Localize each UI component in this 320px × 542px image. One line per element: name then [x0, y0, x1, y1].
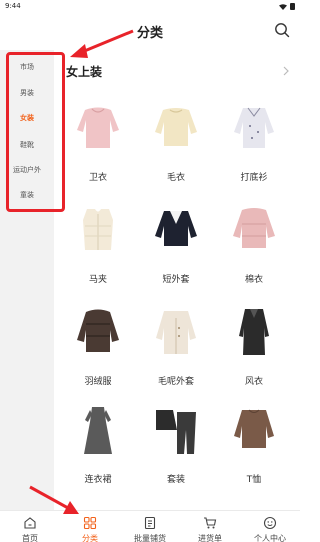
item-label: 棉衣	[244, 275, 263, 285]
tab-label: 分类	[82, 534, 98, 542]
category-item-sweater[interactable]: 毛衣	[136, 102, 216, 202]
sidebar-item-menswear[interactable]: 男装	[0, 83, 54, 103]
base-shirt-image	[234, 107, 274, 148]
wool-coat-image	[156, 311, 196, 354]
item-label: 风衣	[244, 377, 263, 387]
status-bar: 9:44	[0, 0, 300, 14]
category-item-base-shirt[interactable]: 打底衫	[214, 102, 294, 202]
vest-image	[83, 209, 113, 250]
item-label: 卫衣	[88, 173, 107, 183]
tab-label: 进货单	[198, 534, 222, 542]
item-label: T恤	[246, 475, 262, 485]
page-title: 分类	[136, 26, 163, 41]
short-jacket-image	[155, 211, 197, 246]
sidebar-item-womenswear[interactable]: 女装	[0, 108, 54, 128]
down-jacket-image	[77, 309, 119, 352]
header: 分类	[0, 14, 300, 50]
category-item-down-jacket[interactable]: 羽绒服	[58, 306, 138, 406]
section-title: 女上装	[66, 65, 103, 79]
hoodie-image	[77, 107, 119, 148]
padded-coat-image	[233, 208, 275, 248]
tab-home[interactable]: 首页	[0, 511, 60, 542]
category-item-hoodie[interactable]: 卫衣	[58, 102, 138, 202]
category-item-suit-set[interactable]: 套装	[136, 404, 216, 504]
sidebar-item-kids[interactable]: 童装	[0, 185, 54, 205]
item-label: 套装	[166, 475, 185, 485]
item-label: 毛呢外套	[157, 377, 194, 387]
tab-category[interactable]: 分类	[60, 511, 120, 542]
category-item-vest[interactable]: 马夹	[58, 204, 138, 304]
category-content: 女上装 卫衣 毛衣 打底衫 马夹 短外套 棉衣 羽绒服 毛呢外套 风衣 连衣裙 …	[54, 50, 300, 510]
sidebar-item-shoes[interactable]: 鞋靴	[0, 135, 54, 155]
bottom-tab-bar: 首页 分类 批量铺货 进货单 个人中心	[0, 510, 300, 542]
cart-icon	[204, 517, 217, 529]
sweater-image	[155, 108, 197, 146]
category-sidebar: 市场 男装 女装 鞋靴 运动户外 童装	[0, 50, 54, 510]
tab-batch-listing[interactable]: 批量铺货	[120, 511, 180, 542]
category-item-dress[interactable]: 连衣裙	[58, 404, 138, 504]
item-label: 连衣裙	[84, 475, 112, 485]
status-time: 9:44	[5, 2, 21, 10]
suit-set-image	[156, 410, 196, 454]
tab-label: 批量铺货	[134, 534, 166, 542]
tab-profile[interactable]: 个人中心	[240, 511, 300, 542]
tab-label: 个人中心	[254, 534, 286, 542]
category-item-wool-coat[interactable]: 毛呢外套	[136, 306, 216, 406]
sidebar-item-outdoor[interactable]: 运动户外	[0, 160, 54, 180]
category-item-tshirt[interactable]: T恤	[214, 404, 294, 504]
item-label: 马夹	[88, 275, 107, 285]
search-icon[interactable]	[274, 22, 290, 38]
trench-coat-image	[239, 309, 269, 355]
battery-icon	[290, 3, 295, 10]
item-label: 羽绒服	[84, 377, 112, 387]
sidebar-item-market[interactable]: 市场	[0, 57, 54, 77]
category-item-trench-coat[interactable]: 风衣	[214, 306, 294, 406]
chevron-right-icon[interactable]	[282, 66, 290, 76]
item-label: 短外套	[162, 275, 190, 285]
wifi-icon	[279, 3, 287, 10]
category-item-short-jacket[interactable]: 短外套	[136, 204, 216, 304]
category-icon	[83, 516, 97, 530]
tab-label: 首页	[22, 534, 38, 542]
tshirt-image	[234, 409, 274, 448]
tab-purchase-order[interactable]: 进货单	[180, 511, 240, 542]
item-label: 毛衣	[166, 173, 185, 183]
dress-image	[84, 407, 112, 454]
status-icons	[279, 3, 295, 10]
category-item-padded-coat[interactable]: 棉衣	[214, 204, 294, 304]
profile-icon	[263, 516, 277, 530]
home-icon	[24, 517, 36, 529]
item-label: 打底衫	[240, 173, 268, 183]
batch-icon	[144, 516, 156, 530]
